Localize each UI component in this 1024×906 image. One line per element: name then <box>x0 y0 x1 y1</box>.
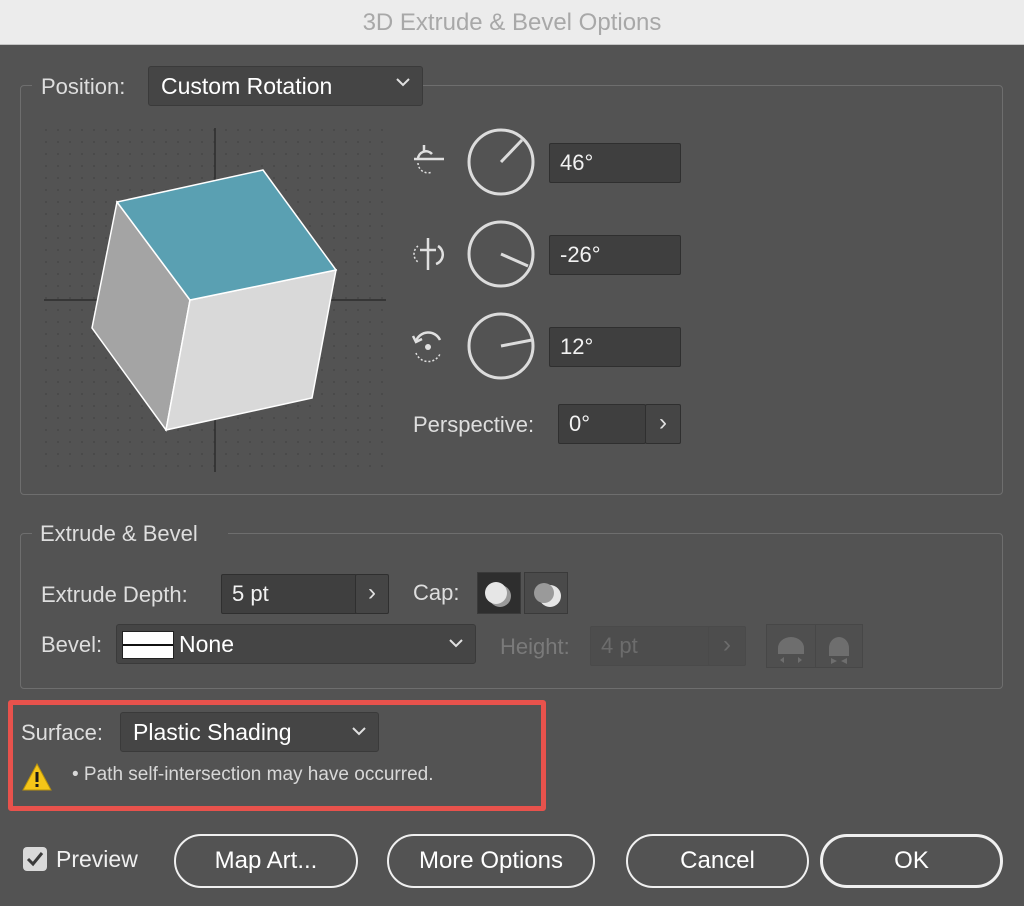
extrude-bevel-label: Extrude & Bevel <box>40 521 198 546</box>
cap-label: Cap: <box>413 580 460 605</box>
ok-button[interactable]: OK <box>820 834 1003 888</box>
preview-checkbox[interactable] <box>23 847 47 871</box>
position-dropdown-value: Custom Rotation <box>161 73 333 99</box>
extrude-depth-input[interactable]: 5 pt <box>221 574 357 614</box>
height-input[interactable]: 4 pt <box>590 626 710 666</box>
cap-off-icon <box>534 583 561 607</box>
height-label: Height: <box>500 634 570 659</box>
map-art-button[interactable]: Map Art... <box>174 834 358 888</box>
perspective-input[interactable]: 0° <box>558 404 646 444</box>
perspective-label: Perspective: <box>413 412 535 437</box>
cap-on-icon <box>485 582 511 607</box>
extrude-depth-slider-button[interactable]: › <box>355 574 389 614</box>
bevel-out-icon <box>778 637 804 663</box>
window-title: 3D Extrude & Bevel Options <box>0 0 1024 45</box>
rotate-y-dial[interactable] <box>466 219 536 289</box>
bevel-dropdown-value: None <box>179 631 234 657</box>
rotate-z-axis-icon <box>411 331 442 363</box>
rotate-z-dial[interactable] <box>466 311 536 381</box>
chevron-down-icon <box>449 639 463 648</box>
height-slider-button[interactable]: › <box>708 626 746 666</box>
bevel-in-button[interactable] <box>815 624 863 668</box>
chevron-down-icon <box>396 78 410 87</box>
rotate-y-axis-icon <box>413 238 445 270</box>
rotate-x-axis-icon <box>414 145 444 174</box>
bevel-label: Bevel: <box>41 632 103 657</box>
cancel-button[interactable]: Cancel <box>626 834 809 888</box>
preview-label[interactable]: Preview <box>56 846 138 873</box>
rotation-preview-track-cube[interactable] <box>44 128 386 472</box>
cap-off-button[interactable] <box>524 572 568 614</box>
annotation-highlight-box <box>8 700 546 811</box>
rotate-y-input[interactable]: -26° <box>549 235 681 275</box>
rotate-z-input[interactable]: 12° <box>549 327 681 367</box>
position-dropdown[interactable]: Custom Rotation <box>148 66 423 106</box>
extrude-depth-label: Extrude Depth: <box>41 582 188 607</box>
rotate-x-dial[interactable] <box>466 127 536 197</box>
cap-on-button[interactable] <box>477 572 521 614</box>
bevel-preview-swatch <box>122 631 174 659</box>
bevel-dropdown[interactable]: None <box>116 624 476 664</box>
position-label: Position: <box>41 74 126 99</box>
bevel-in-icon <box>829 637 849 664</box>
rotate-x-input[interactable]: 46° <box>549 143 681 183</box>
checkmark-icon <box>26 852 44 867</box>
bevel-out-button[interactable] <box>766 624 816 668</box>
perspective-slider-button[interactable]: › <box>645 404 681 444</box>
more-options-button[interactable]: More Options <box>387 834 595 888</box>
